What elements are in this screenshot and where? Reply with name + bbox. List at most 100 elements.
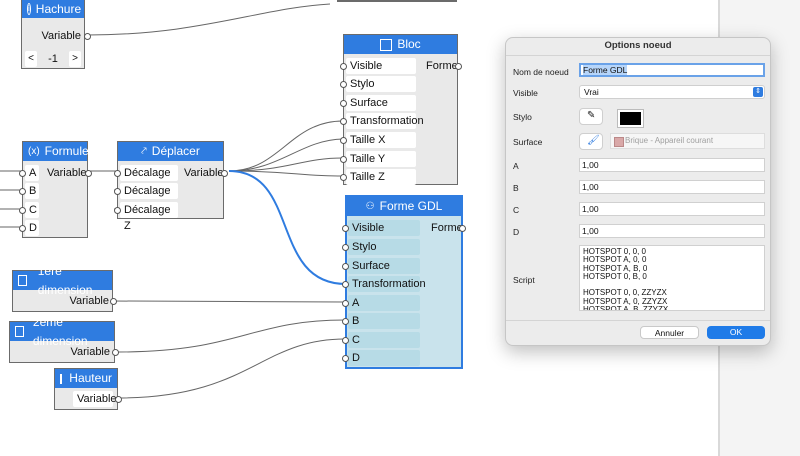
node-dimension-1-header[interactable]: 1ère dimension [13,264,112,297]
input-visible[interactable]: Visible [346,58,416,74]
output-port[interactable] [221,170,228,177]
input-port[interactable] [342,263,349,270]
input-port[interactable] [19,188,26,195]
pen-picker-button[interactable]: ✎ [579,108,603,125]
input-port[interactable] [340,100,347,107]
input-port[interactable] [340,118,347,125]
node-dimension-2[interactable]: 2ème dimension Variable [9,315,119,363]
node-hachure[interactable]: i Hachure Variable < -1 > [21,0,91,69]
surface-picker-button[interactable]: 🖌 [579,133,603,150]
input-taille-y[interactable]: Taille Y [346,151,416,167]
input-a[interactable]: A [348,295,420,311]
node-name-input[interactable]: Forme GDL [579,63,765,77]
node-deplacer-header[interactable]: ⤤ Déplacer [118,142,223,161]
stylo-label: Stylo [513,112,532,122]
parameter-icon [15,326,24,337]
node-forme-gdl[interactable]: ⚇ Forme GDL Visible Stylo Surface Transf… [342,195,466,369]
node-forme-gdl-header[interactable]: ⚇ Forme GDL [347,197,461,216]
input-port[interactable] [340,174,347,181]
a-label: A [513,161,519,171]
input-decalage-z[interactable]: Décalage Z [120,202,178,232]
input-stylo[interactable]: Stylo [348,239,420,255]
output-port[interactable] [459,225,466,232]
b-input[interactable]: 1,00 [579,180,765,194]
input-stylo[interactable]: Stylo [346,76,416,92]
input-visible[interactable]: Visible [348,220,420,236]
visible-select[interactable]: Vrai ⇕ [579,85,765,99]
input-surface[interactable]: Surface [346,95,416,111]
input-decalage-y[interactable]: Décalage Y [120,183,178,213]
node-hauteur[interactable]: Hauteur Variable [54,368,122,410]
input-decalage-x[interactable]: Décalage X [120,165,178,195]
input-port[interactable] [19,207,26,214]
output-port[interactable] [115,396,122,403]
increment-button[interactable]: > [69,51,81,67]
node-dimension-1[interactable]: 1ère dimension Variable [12,264,117,312]
chevron-updown-icon: ⇕ [753,87,763,97]
input-port[interactable] [342,355,349,362]
node-hachure-header[interactable]: i Hachure [22,0,84,18]
script-editor[interactable]: HOTSPOT 0, 0, 0 HOTSPOT A, 0, 0 HOTSPOT … [579,245,765,311]
input-port[interactable] [340,156,347,163]
input-c[interactable]: C [348,332,420,348]
node-formule-header[interactable]: (x) Formule [23,142,89,161]
input-port[interactable] [342,281,349,288]
input-port[interactable] [114,170,121,177]
output-port[interactable] [85,170,92,177]
brush-icon: 🖌 [587,135,600,146]
pen-icon: ✎ [587,110,596,121]
surface-value: Brique - Appareil courant [625,136,714,145]
node-bloc-header[interactable]: Bloc [344,35,457,54]
c-label: C [513,205,520,215]
input-surface[interactable]: Surface [348,258,420,274]
output-port[interactable] [110,298,117,305]
input-b[interactable]: B [348,313,420,329]
input-transformation[interactable]: Transformation [348,276,426,292]
node-name-value: Forme GDL [583,65,628,75]
output-port[interactable] [84,33,91,40]
input-port[interactable] [342,318,349,325]
node-dimension-2-header[interactable]: 2ème dimension [10,315,114,348]
input-a[interactable]: A [25,165,39,181]
input-b[interactable]: B [25,183,39,199]
wire-dim1-A [112,300,346,303]
input-port[interactable] [340,137,347,144]
input-taille-x[interactable]: Taille X [346,132,416,148]
node-formule[interactable]: (x) Formule A B C D Variable [19,141,92,238]
decrement-button[interactable]: < [25,51,37,67]
b-label: B [513,183,519,193]
input-port[interactable] [342,300,349,307]
input-d[interactable]: D [25,220,39,236]
input-port[interactable] [340,63,347,70]
input-port[interactable] [114,188,121,195]
node-options-dialog[interactable]: Options noeud Nom de noeud Forme GDL Vis… [505,37,771,346]
wire-dim2-B [117,319,346,353]
ok-button[interactable]: OK [707,326,765,339]
input-port[interactable] [340,81,347,88]
c-input[interactable]: 1,00 [579,202,765,216]
a-input[interactable]: 1,00 [579,158,765,172]
output-port[interactable] [455,63,462,70]
input-taille-z[interactable]: Taille Z [346,169,416,185]
input-port[interactable] [114,207,121,214]
input-port[interactable] [342,244,349,251]
input-port[interactable] [342,225,349,232]
output-label: Variable [184,167,224,179]
node-hauteur-header[interactable]: Hauteur [55,369,117,388]
input-port[interactable] [19,170,26,177]
input-transformation[interactable]: Transformation [346,113,424,129]
input-port[interactable] [19,225,26,232]
input-d[interactable]: D [348,350,420,366]
output-label: Forme [426,60,458,72]
cancel-button[interactable]: Annuler [640,326,699,339]
input-port[interactable] [342,337,349,344]
value-display: -1 [48,53,58,65]
d-input[interactable]: 1,00 [579,224,765,238]
output-port[interactable] [112,349,119,356]
node-title: Déplacer [151,144,200,158]
pen-color-swatch[interactable] [617,109,644,128]
input-c[interactable]: C [25,202,39,218]
node-deplacer[interactable]: ⤤ Déplacer Décalage X Décalage Y Décalag… [114,141,228,232]
node-bloc[interactable]: Bloc Visible Stylo Surface Transformatio… [340,34,462,185]
output-label: Variable [47,167,87,179]
